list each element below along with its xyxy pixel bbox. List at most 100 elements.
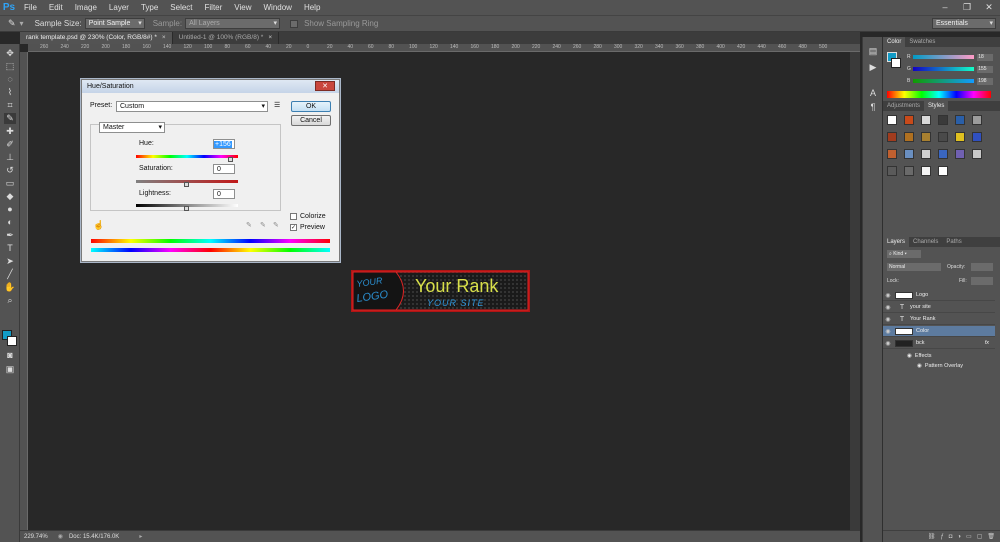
lightness-input[interactable]: 0: [213, 189, 235, 199]
style-swatch[interactable]: [938, 149, 948, 159]
style-swatch[interactable]: [938, 132, 948, 142]
tab-untitled[interactable]: Untitled-1 @ 100% (RGB/8) * ×: [173, 32, 280, 44]
b-value[interactable]: 198: [977, 77, 993, 85]
style-swatch[interactable]: [955, 149, 965, 159]
color-spectrum-bar[interactable]: [887, 91, 991, 98]
type-tool-icon[interactable]: T: [4, 243, 16, 254]
style-swatch[interactable]: [955, 115, 965, 125]
tab-rank-template[interactable]: rank template.psd @ 230% (Color, RGB/8#)…: [20, 32, 173, 44]
paint-bucket-icon[interactable]: ◆: [4, 191, 16, 202]
effects-eye-icon[interactable]: ◉: [907, 353, 912, 359]
eyedropper-icon[interactable]: ✎: [246, 221, 252, 229]
blend-mode-select[interactable]: Normal: [887, 263, 941, 271]
history-brush-icon[interactable]: ↺: [4, 165, 16, 176]
menu-layer[interactable]: Layer: [103, 0, 135, 15]
targeted-adjustment-hand-icon[interactable]: ☝: [93, 220, 104, 231]
menu-window[interactable]: Window: [258, 0, 298, 15]
tool-preset-chevron-icon[interactable]: ▾: [20, 19, 24, 28]
pen-tool-icon[interactable]: ✒: [4, 230, 16, 241]
marquee-tool-icon[interactable]: ⬚: [4, 61, 16, 72]
tab-adjustments[interactable]: Adjustments: [883, 101, 924, 111]
show-sampling-ring-checkbox[interactable]: [290, 19, 299, 28]
hue-track[interactable]: [136, 155, 238, 158]
layer-fx-badge[interactable]: fx: [985, 340, 989, 346]
style-swatch[interactable]: [887, 149, 897, 159]
layer-filter-kind[interactable]: ⌕ Kind ▾: [887, 250, 921, 258]
eyedropper-icon[interactable]: ✎: [4, 113, 16, 124]
status-arrow-icon[interactable]: ▸: [139, 533, 142, 540]
lightness-slider-thumb[interactable]: [184, 206, 189, 211]
menu-help[interactable]: Help: [298, 0, 326, 15]
menu-type[interactable]: Type: [135, 0, 164, 15]
layer-row[interactable]: ◉ T your site: [883, 302, 995, 313]
menu-view[interactable]: View: [228, 0, 257, 15]
quick-mask-icon[interactable]: ◙: [4, 350, 16, 361]
color-panel-background[interactable]: [891, 58, 901, 68]
eyedropper-plus-icon[interactable]: ✎: [260, 221, 266, 229]
layer-row[interactable]: ◉ T Your Rank: [883, 314, 995, 325]
eyedropper-minus-icon[interactable]: ✎: [273, 221, 279, 229]
cancel-button[interactable]: Cancel: [291, 115, 331, 126]
zoom-tool-icon[interactable]: ⌕: [4, 295, 16, 306]
dialog-close-button[interactable]: ✕: [315, 81, 335, 91]
menu-file[interactable]: File: [18, 0, 43, 15]
layer-row[interactable]: ◉ Logo: [883, 290, 995, 301]
saturation-slider-thumb[interactable]: [184, 182, 189, 187]
visibility-eye-icon[interactable]: ◉: [883, 328, 893, 335]
style-swatch[interactable]: [972, 115, 982, 125]
move-tool-icon[interactable]: ✥: [4, 48, 16, 59]
dodge-tool-icon[interactable]: ◐: [4, 217, 16, 228]
style-swatch[interactable]: [887, 115, 897, 125]
style-swatch[interactable]: [972, 149, 982, 159]
pattern-overlay-eye-icon[interactable]: ◉: [917, 363, 922, 369]
sample-select[interactable]: All Layers: [185, 18, 281, 29]
character-panel-icon[interactable]: A: [867, 87, 879, 99]
style-swatch[interactable]: [904, 166, 914, 176]
crop-tool-icon[interactable]: ⌗: [4, 100, 16, 111]
blur-tool-icon[interactable]: ●: [4, 204, 16, 215]
close-window-icon[interactable]: ✕: [978, 0, 1000, 15]
style-swatch[interactable]: [887, 166, 897, 176]
new-layer-icon[interactable]: ▢: [977, 533, 983, 540]
zoom-level[interactable]: 229.74%: [24, 534, 48, 540]
style-swatch[interactable]: [938, 115, 948, 125]
clone-stamp-icon[interactable]: ⊥: [4, 152, 16, 163]
visibility-eye-icon[interactable]: ◉: [883, 292, 893, 299]
tab-channels[interactable]: Channels: [909, 237, 942, 247]
pattern-overlay-row[interactable]: ◉ Pattern Overlay: [883, 360, 995, 371]
menu-image[interactable]: Image: [69, 0, 103, 15]
hue-input[interactable]: +156: [213, 139, 235, 149]
dialog-title[interactable]: Hue/Saturation: [82, 80, 339, 93]
tab-close-icon[interactable]: ×: [268, 32, 272, 44]
screen-mode-icon[interactable]: ▣: [4, 364, 16, 375]
r-value[interactable]: 18: [977, 53, 993, 61]
saturation-input[interactable]: 0: [213, 164, 235, 174]
opacity-input[interactable]: [971, 263, 993, 271]
healing-brush-icon[interactable]: ✚: [4, 126, 16, 137]
layer-row-selected[interactable]: ◉ Color: [883, 326, 995, 337]
menu-filter[interactable]: Filter: [199, 0, 229, 15]
sample-size-select[interactable]: Point Sample: [84, 18, 145, 29]
menu-edit[interactable]: Edit: [43, 0, 69, 15]
style-swatch[interactable]: [904, 132, 914, 142]
style-swatch[interactable]: [972, 132, 982, 142]
preset-options-icon[interactable]: ☰: [274, 101, 280, 109]
eraser-tool-icon[interactable]: ▭: [4, 178, 16, 189]
r-slider[interactable]: 18: [913, 53, 993, 61]
add-style-icon[interactable]: ƒ: [940, 534, 943, 540]
channel-select[interactable]: Master ▾: [99, 122, 165, 133]
add-mask-icon[interactable]: ◘: [949, 534, 953, 540]
quick-select-tool-icon[interactable]: ⌇: [4, 87, 16, 98]
adjustment-layer-icon[interactable]: ◑: [957, 534, 961, 540]
eyedropper-tool-icon[interactable]: ✎: [8, 18, 16, 29]
minimize-icon[interactable]: –: [934, 0, 956, 15]
history-panel-icon[interactable]: ▤: [867, 45, 879, 57]
workspace-select[interactable]: Essentials: [932, 18, 996, 29]
style-swatch[interactable]: [904, 115, 914, 125]
style-swatch[interactable]: [955, 132, 965, 142]
fill-input[interactable]: [971, 277, 993, 285]
g-value[interactable]: 155: [977, 65, 993, 73]
tab-styles[interactable]: Styles: [924, 101, 949, 111]
tab-swatches[interactable]: Swatches: [905, 37, 939, 47]
maximize-icon[interactable]: ❐: [956, 0, 978, 15]
